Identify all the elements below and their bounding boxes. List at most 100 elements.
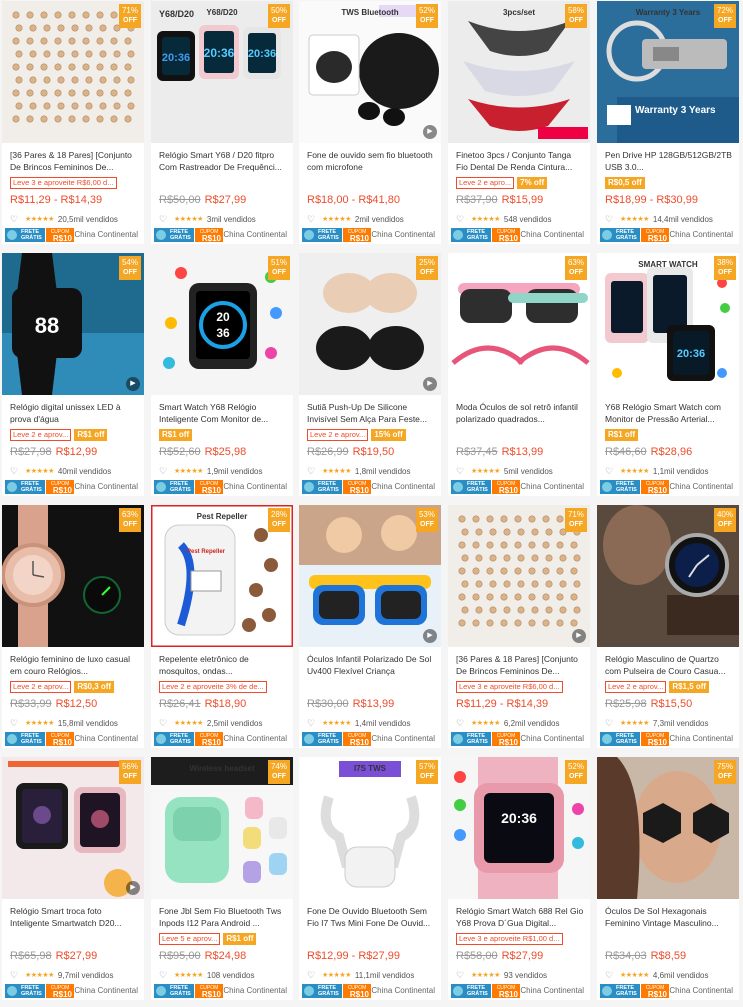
product-title[interactable]: Smart Watch Y68 Relógio Inteligente Com … bbox=[159, 402, 287, 426]
play-video-icon[interactable]: ▶ bbox=[572, 629, 586, 643]
heart-icon[interactable]: ♡ bbox=[307, 466, 316, 476]
current-price: R$27,99 bbox=[55, 950, 98, 962]
heart-icon[interactable]: ♡ bbox=[159, 970, 168, 980]
product-card[interactable]: Wireless headset 74% OFF FRETE GRÁTIS CU… bbox=[151, 757, 293, 1000]
product-title[interactable]: Relógio Smart troca foto Inteligente Sma… bbox=[10, 906, 138, 930]
product-title[interactable]: Y68 Relógio Smart Watch com Monitor de P… bbox=[605, 402, 733, 426]
heart-icon[interactable]: ♡ bbox=[307, 970, 316, 980]
rating-row: ♡ ★★★★★ 11,1mil vendidos bbox=[307, 969, 435, 981]
product-card[interactable]: 40% OFF FRETE GRÁTIS CUPOM R$10 Relógio M… bbox=[597, 505, 739, 748]
free-shipping-badge: FRETE GRÁTIS bbox=[600, 984, 640, 998]
heart-icon[interactable]: ♡ bbox=[10, 970, 19, 980]
product-card[interactable]: ▶ 53% OFF FRETE GRÁTIS CUPOM R$10 Óculos … bbox=[299, 505, 441, 748]
product-card[interactable]: TWS Bluetooth ▶ 52% OFF FRETE GRÁTIS CUPO… bbox=[299, 1, 441, 244]
discount-off-label: OFF bbox=[569, 773, 583, 780]
free-shipping-badge: FRETE GRÁTIS bbox=[600, 228, 640, 242]
promo-row: Leve 2 e aprov... R$0,3 off bbox=[10, 681, 115, 693]
heart-icon[interactable]: ♡ bbox=[159, 718, 168, 728]
rating-stars-icon: ★★★★★ bbox=[620, 720, 649, 727]
product-title[interactable]: [36 Pares & 18 Pares] [Conjunto De Brinc… bbox=[456, 654, 584, 678]
original-price: R$95,00 bbox=[159, 950, 201, 962]
current-price: R$13,99 bbox=[501, 446, 544, 458]
free-shipping-badge: FRETE GRÁTIS bbox=[302, 228, 342, 242]
shipping-badges: FRETE GRÁTIS CUPOM R$10 bbox=[451, 480, 520, 495]
play-video-icon[interactable]: ▶ bbox=[423, 377, 437, 391]
product-title[interactable]: [36 Pares & 18 Pares] [Conjunto De Brinc… bbox=[10, 150, 138, 174]
product-card[interactable]: 20:36 SMART WATCH 38% OFF FRETE GRÁTIS C… bbox=[597, 253, 739, 496]
current-price: R$12,99 bbox=[55, 446, 98, 458]
heart-icon[interactable]: ♡ bbox=[605, 214, 614, 224]
current-price: R$15,50 bbox=[650, 698, 693, 710]
heart-icon[interactable]: ♡ bbox=[307, 214, 316, 224]
price-row: R$12,99 - R$27,99 bbox=[307, 950, 400, 962]
product-title[interactable]: Óculos De Sol Hexagonais Feminino Vintag… bbox=[605, 906, 733, 930]
original-price: R$26,99 bbox=[307, 446, 349, 458]
heart-icon[interactable]: ♡ bbox=[10, 466, 19, 476]
original-price: R$33,99 bbox=[10, 698, 52, 710]
product-title[interactable]: Fone Jbl Sem Fio Bluetooth Tws Inpods I1… bbox=[159, 906, 287, 930]
product-card[interactable]: Warranty 3 Years Warranty 3 Years 72% OF… bbox=[597, 1, 739, 244]
heart-icon[interactable]: ♡ bbox=[159, 214, 168, 224]
product-card[interactable]: 20 36 51% OFF FRETE GRÁTIS CUPOM R$10 Smar… bbox=[151, 253, 293, 496]
heart-icon[interactable]: ♡ bbox=[456, 718, 465, 728]
product-card[interactable]: 88 ▶ 54% OFF FRETE GRÁTIS CUPOM R$10 Relóg… bbox=[2, 253, 144, 496]
ship-from-location: China Continental bbox=[520, 230, 584, 239]
heart-icon[interactable]: ♡ bbox=[10, 718, 19, 728]
product-card[interactable]: ▶ 71% OFF FRETE GRÁTIS CUPOM R$10 [36 Par… bbox=[448, 505, 590, 748]
svg-text:88: 88 bbox=[35, 313, 59, 338]
ship-from-location: China Continental bbox=[223, 230, 287, 239]
shipping-badges: FRETE GRÁTIS CUPOM R$10 bbox=[600, 984, 669, 999]
heart-icon[interactable]: ♡ bbox=[159, 466, 168, 476]
heart-icon[interactable]: ♡ bbox=[605, 970, 614, 980]
product-card[interactable]: 75% OFF FRETE GRÁTIS CUPOM R$10 Óculos De… bbox=[597, 757, 739, 1000]
product-title[interactable]: Finetoo 3pcs / Conjunto Tanga Fio Dental… bbox=[456, 150, 584, 174]
product-card[interactable]: 20:36 20:36 20:36 Y68/D20 Y68/D20 50% OFF… bbox=[151, 1, 293, 244]
rating-row: ♡ ★★★★★ 93 vendidos bbox=[456, 969, 584, 981]
play-video-icon[interactable]: ▶ bbox=[126, 881, 140, 895]
product-card[interactable]: I7S TWS 57% OFF FRETE GRÁTIS CUPOM R$10 F… bbox=[299, 757, 441, 1000]
product-title[interactable]: Fone De Ouvido Bluetooth Sem Fio I7 Tws … bbox=[307, 906, 435, 930]
rating-row: ♡ ★★★★★ 548 vendidos bbox=[456, 213, 584, 225]
heart-icon[interactable]: ♡ bbox=[605, 466, 614, 476]
product-title[interactable]: Óculos Infantil Polarizado De Sol Uv400 … bbox=[307, 654, 435, 678]
coupon-badge: CUPOM R$10 bbox=[343, 228, 371, 243]
coupon-badge: CUPOM R$10 bbox=[492, 480, 520, 495]
product-card[interactable]: 63% OFF FRETE GRÁTIS CUPOM R$10 Moda Ócul… bbox=[448, 253, 590, 496]
free-shipping-badge: FRETE GRÁTIS bbox=[451, 228, 491, 242]
product-title[interactable]: Repelente eletrônico de mosquitos, ondas… bbox=[159, 654, 287, 678]
heart-icon[interactable]: ♡ bbox=[456, 466, 465, 476]
product-card[interactable]: 20:36 52% OFF FRETE GRÁTIS CUPOM R$10 Rel… bbox=[448, 757, 590, 1000]
heart-icon[interactable]: ♡ bbox=[605, 718, 614, 728]
heart-icon[interactable]: ♡ bbox=[307, 718, 316, 728]
discount-percent: 75% bbox=[716, 762, 733, 771]
coupon-badge: CUPOM R$10 bbox=[46, 480, 74, 495]
sold-count: 2,5mil vendidos bbox=[206, 718, 263, 728]
discount-percent: 54% bbox=[121, 258, 138, 267]
product-title[interactable]: Pen Drive HP 128GB/512GB/2TB USB 3.0... bbox=[605, 150, 733, 174]
product-card[interactable]: 3pcs/set 58% OFF FRETE GRÁTIS CUPOM R$10 … bbox=[448, 1, 590, 244]
product-title[interactable]: Relógio Smart Y68 / D20 fitpro Com Rastr… bbox=[159, 150, 287, 174]
product-title[interactable]: Relógio Masculino de Quartzo com Pulseir… bbox=[605, 654, 733, 678]
product-title[interactable]: Relógio feminino de luxo casual em couro… bbox=[10, 654, 138, 678]
product-card[interactable]: ▶ 56% OFF FRETE GRÁTIS CUPOM R$10 Relógio… bbox=[2, 757, 144, 1000]
product-title[interactable]: Relógio digital unissex LED à prova d'ág… bbox=[10, 402, 138, 426]
discount-percent: 51% bbox=[270, 258, 287, 267]
discount-badge: 52% OFF bbox=[416, 4, 438, 28]
product-card[interactable]: Pest Repeller Pest Repeller 28% OFF FRET… bbox=[151, 505, 293, 748]
product-card[interactable]: 63% OFF FRETE GRÁTIS CUPOM R$10 Relógio f… bbox=[2, 505, 144, 748]
discount-badge: 53% OFF bbox=[416, 508, 438, 532]
heart-icon[interactable]: ♡ bbox=[456, 214, 465, 224]
play-video-icon[interactable]: ▶ bbox=[126, 377, 140, 391]
heart-icon[interactable]: ♡ bbox=[456, 970, 465, 980]
play-video-icon[interactable]: ▶ bbox=[423, 629, 437, 643]
product-card[interactable]: 71% OFF FRETE GRÁTIS CUPOM R$10 [36 Pares… bbox=[2, 1, 144, 244]
product-card[interactable]: ▶ 25% OFF FRETE GRÁTIS CUPOM R$10 Sutiã P… bbox=[299, 253, 441, 496]
image-caption: SMART WATCH bbox=[638, 260, 698, 269]
product-title[interactable]: Fone de ouvido sem fio bluetooth com mic… bbox=[307, 150, 435, 174]
product-title[interactable]: Relógio Smart Watch 688 Rel Gio Y68 Prov… bbox=[456, 906, 584, 930]
current-price: R$15,99 bbox=[501, 194, 544, 206]
product-title[interactable]: Sutiã Push-Up De Silicone Invisível Sem … bbox=[307, 402, 435, 426]
heart-icon[interactable]: ♡ bbox=[10, 214, 19, 224]
play-video-icon[interactable]: ▶ bbox=[423, 125, 437, 139]
product-title[interactable]: Moda Óculos de sol retrô infantil polari… bbox=[456, 402, 584, 426]
